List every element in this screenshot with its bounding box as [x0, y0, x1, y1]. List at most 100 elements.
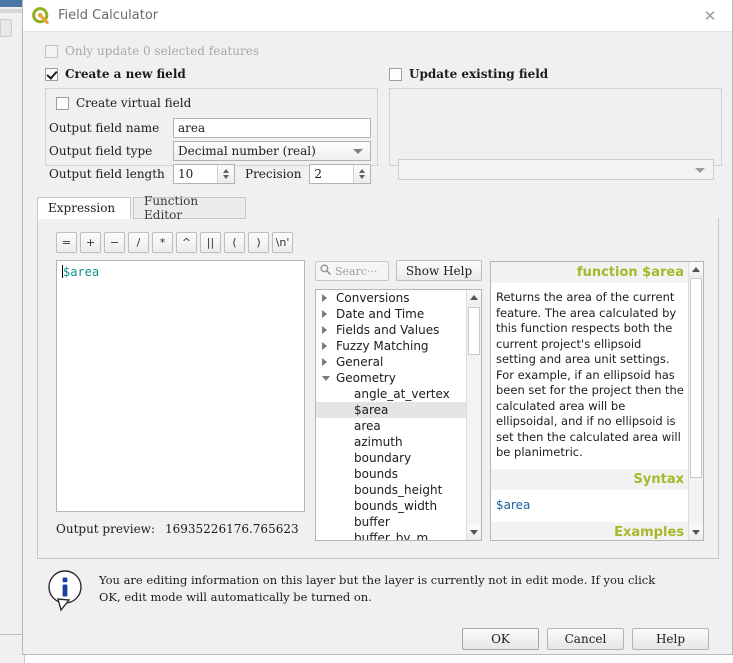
function-tree-label: Fields and Values: [336, 323, 440, 337]
function-tree-label: angle_at_vertex: [354, 387, 450, 401]
scrollbar-thumb[interactable]: [690, 278, 702, 478]
show-help-button[interactable]: Show Help: [396, 260, 482, 281]
dialog-titlebar: Field Calculator ✕: [23, 0, 732, 32]
function-tree-group[interactable]: General: [316, 354, 468, 370]
output-field-length-stepper[interactable]: 10: [173, 164, 235, 184]
update-existing-field-checkbox[interactable]: Update existing field: [389, 67, 548, 81]
precision-label: Precision: [245, 167, 302, 181]
chevron-right-icon[interactable]: [322, 342, 336, 350]
close-icon[interactable]: ✕: [688, 0, 732, 31]
help-examples-heading: Examples: [491, 521, 690, 540]
output-preview-label: Output preview:: [56, 522, 155, 536]
only-update-selected-checkbox[interactable]: Only update 0 selected features: [45, 44, 259, 58]
operator-power-button[interactable]: ^: [176, 232, 197, 253]
function-tree-scrollbar[interactable]: [466, 290, 481, 540]
chevron-right-icon[interactable]: [322, 294, 336, 302]
function-tree-item[interactable]: azimuth: [316, 434, 468, 450]
chevron-down-icon: [353, 149, 363, 154]
output-field-type-select[interactable]: Decimal number (real): [173, 141, 371, 161]
tab-bar: Expression Function Editor: [37, 194, 719, 222]
function-tree-item[interactable]: buffer_by_m: [316, 530, 468, 540]
existing-field-value: [399, 162, 404, 176]
scrollbar-thumb[interactable]: [468, 307, 480, 355]
function-tree-group[interactable]: Fields and Values: [316, 322, 468, 338]
function-tree-label: Fuzzy Matching: [336, 339, 429, 353]
function-tree-item[interactable]: bounds: [316, 466, 468, 482]
cancel-button-label: Cancel: [564, 632, 607, 646]
output-field-name-row: Output field name area: [49, 118, 371, 138]
help-description: Returns the area of the current feature.…: [496, 290, 684, 460]
operator-close-paren-button[interactable]: ): [248, 232, 269, 253]
tab-expression[interactable]: Expression: [37, 197, 131, 219]
function-tree-item[interactable]: area: [316, 418, 468, 434]
checkbox-box: [45, 67, 58, 81]
stepper-buttons[interactable]: [217, 165, 234, 183]
function-tree-item[interactable]: angle_at_vertex: [316, 386, 468, 402]
help-button[interactable]: Help: [632, 628, 709, 650]
tab-function-editor[interactable]: Function Editor: [133, 194, 246, 222]
stepper-buttons[interactable]: [353, 165, 371, 183]
operator-plus-button[interactable]: +: [80, 232, 101, 253]
function-tree-label: bounds_height: [354, 483, 443, 497]
output-field-type-label: Output field type: [49, 144, 153, 158]
help-button-label: Help: [655, 632, 686, 646]
output-field-name-input[interactable]: area: [173, 118, 371, 138]
operator-divide-button[interactable]: /: [128, 232, 149, 253]
function-tree[interactable]: Conversions Date and Time Fields and Value…: [315, 289, 482, 541]
expression-text: $area: [63, 265, 100, 279]
function-tree-group[interactable]: Conversions: [316, 290, 468, 306]
scroll-down-icon[interactable]: [689, 525, 703, 540]
function-tree-group[interactable]: Geometry: [316, 370, 468, 386]
output-field-length-value: 10: [178, 167, 194, 181]
background-window-titlebar: [0, 0, 24, 7]
operator-multiply-button[interactable]: *: [152, 232, 173, 253]
create-new-field-label: Create a new field: [65, 67, 186, 81]
scroll-down-icon[interactable]: [467, 525, 481, 540]
chevron-down-icon[interactable]: [322, 375, 336, 381]
function-tree-item[interactable]: bounds_width: [316, 498, 468, 514]
function-tree-item[interactable]: $area: [316, 402, 468, 418]
chevron-right-icon[interactable]: [322, 310, 336, 318]
scroll-up-icon[interactable]: [689, 262, 703, 277]
function-tree-group[interactable]: Fuzzy Matching: [316, 338, 468, 354]
checkbox-box: [389, 67, 402, 81]
operator-concat-button[interactable]: ||: [200, 232, 221, 253]
ok-button-label: OK: [491, 632, 510, 646]
scroll-up-icon[interactable]: [467, 290, 481, 305]
dialog-content: Only update 0 selected features Create a…: [23, 32, 732, 654]
precision-stepper[interactable]: 2: [309, 164, 372, 184]
function-search-input[interactable]: Searc···: [315, 261, 389, 281]
background-window-toolbar-strip: [0, 9, 22, 13]
operator-open-paren-button[interactable]: (: [224, 232, 245, 253]
update-existing-field-label: Update existing field: [409, 67, 549, 81]
search-icon: [320, 264, 331, 278]
function-tree-item[interactable]: buffer: [316, 514, 468, 530]
cancel-button[interactable]: Cancel: [547, 628, 624, 650]
function-tree-viewport: Conversions Date and Time Fields and Value…: [316, 290, 468, 540]
function-tree-item[interactable]: bounds_height: [316, 482, 468, 498]
function-tree-label: azimuth: [354, 435, 403, 449]
only-update-selected-label: Only update 0 selected features: [65, 44, 260, 58]
expression-input[interactable]: $area: [56, 260, 305, 512]
help-scrollbar[interactable]: [688, 262, 703, 540]
operator-minus-button[interactable]: −: [104, 232, 125, 253]
existing-field-select[interactable]: [398, 159, 714, 180]
output-field-name-label: Output field name: [49, 121, 160, 135]
dialog-title: Field Calculator: [58, 8, 159, 23]
info-icon: [45, 568, 85, 612]
operator-equals-button[interactable]: =: [56, 232, 77, 253]
qgis-logo-icon: [32, 6, 50, 25]
chevron-right-icon[interactable]: [322, 326, 336, 334]
chevron-right-icon[interactable]: [322, 358, 336, 366]
operator-newline-button[interactable]: \n': [272, 232, 293, 253]
ok-button[interactable]: OK: [462, 628, 539, 650]
function-tree-item[interactable]: boundary: [316, 450, 468, 466]
create-virtual-field-checkbox[interactable]: Create virtual field: [56, 96, 191, 110]
info-message-bar: You are editing information on this laye…: [37, 566, 719, 622]
create-virtual-field-label: Create virtual field: [76, 96, 192, 110]
tab-function-editor-label: Function Editor: [144, 194, 199, 222]
function-tree-label: Date and Time: [336, 307, 425, 321]
function-tree-group[interactable]: Date and Time: [316, 306, 468, 322]
operator-button-row: = + − / * ^ || ( ) \n': [56, 232, 293, 253]
create-new-field-checkbox[interactable]: Create a new field: [45, 67, 186, 81]
